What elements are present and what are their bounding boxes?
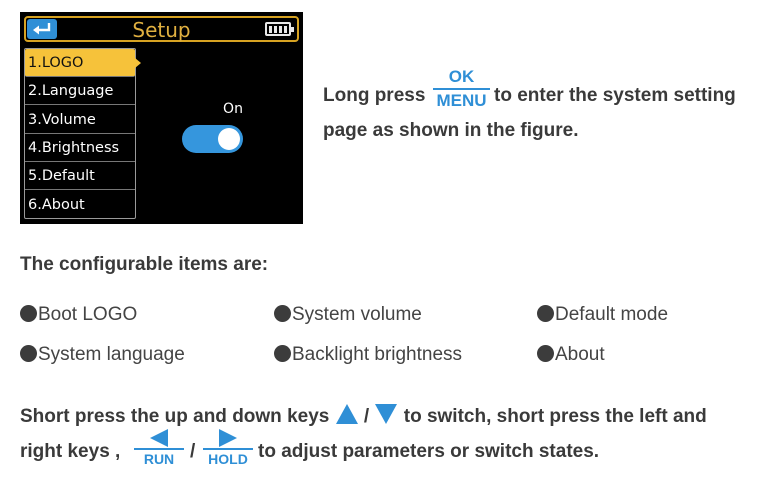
- list-item: Default mode: [537, 304, 668, 326]
- bullet-dot: [537, 345, 554, 362]
- bullet-dot: [274, 305, 291, 322]
- menu-item-about[interactable]: 6.About: [25, 191, 135, 219]
- menu-item-volume[interactable]: 3.Volume: [25, 106, 135, 134]
- hold-key: HOLD: [203, 428, 253, 468]
- instructions-line2-a: right keys ,: [20, 441, 121, 462]
- list-item: System volume: [274, 304, 422, 326]
- bullet-dot: [20, 345, 37, 362]
- ok-key-label: OK: [433, 66, 490, 90]
- list-item: System language: [20, 344, 185, 366]
- instructions-line2-b: to adjust parameters or switch states.: [258, 441, 600, 462]
- menu-item-logo[interactable]: 1.LOGO: [25, 49, 141, 77]
- toggle-knob: [218, 128, 240, 150]
- list-item: Boot LOGO: [20, 304, 137, 326]
- settings-menu: 1.LOGO 2.Language 3.Volume 4.Brightness …: [24, 48, 141, 219]
- device-screen: Setup 1.LOGO 2.Language 3.Volume 4.Brigh…: [20, 12, 303, 224]
- screen-title: Setup: [132, 18, 191, 42]
- toggle-label: On: [223, 101, 243, 117]
- list-item: About: [537, 344, 605, 366]
- menu-key-label: MENU: [436, 91, 487, 110]
- bullet-dot: [537, 305, 554, 322]
- hold-key-label: HOLD: [208, 451, 248, 467]
- menu-item-brightness[interactable]: 4.Brightness: [25, 134, 135, 162]
- menu-item-language[interactable]: 2.Language: [25, 77, 135, 105]
- key-slash: /: [190, 441, 196, 462]
- intro-line2: page as shown in the figure.: [323, 120, 579, 141]
- run-key: RUN: [134, 428, 184, 468]
- bullet-dot: [20, 305, 37, 322]
- instructions-line1: Short press the up and down keys / to sw…: [20, 403, 707, 428]
- left-triangle-icon: [150, 429, 168, 447]
- ok-menu-key: OK MENU: [433, 66, 490, 112]
- bullet-dot: [274, 345, 291, 362]
- intro-before: Long press: [323, 85, 426, 106]
- menu-item-default[interactable]: 5.Default: [25, 162, 135, 190]
- battery-full-icon: [265, 22, 294, 36]
- title-bar: Setup: [24, 16, 299, 42]
- right-triangle-icon: [219, 429, 237, 447]
- down-triangle-icon: [375, 404, 398, 424]
- list-item: Backlight brightness: [274, 344, 462, 366]
- up-triangle-icon: [335, 404, 358, 424]
- logo-toggle[interactable]: [182, 125, 243, 153]
- configurable-heading: The configurable items are:: [20, 254, 269, 275]
- run-key-label: RUN: [143, 451, 175, 467]
- intro-after: to enter the system setting: [494, 85, 736, 106]
